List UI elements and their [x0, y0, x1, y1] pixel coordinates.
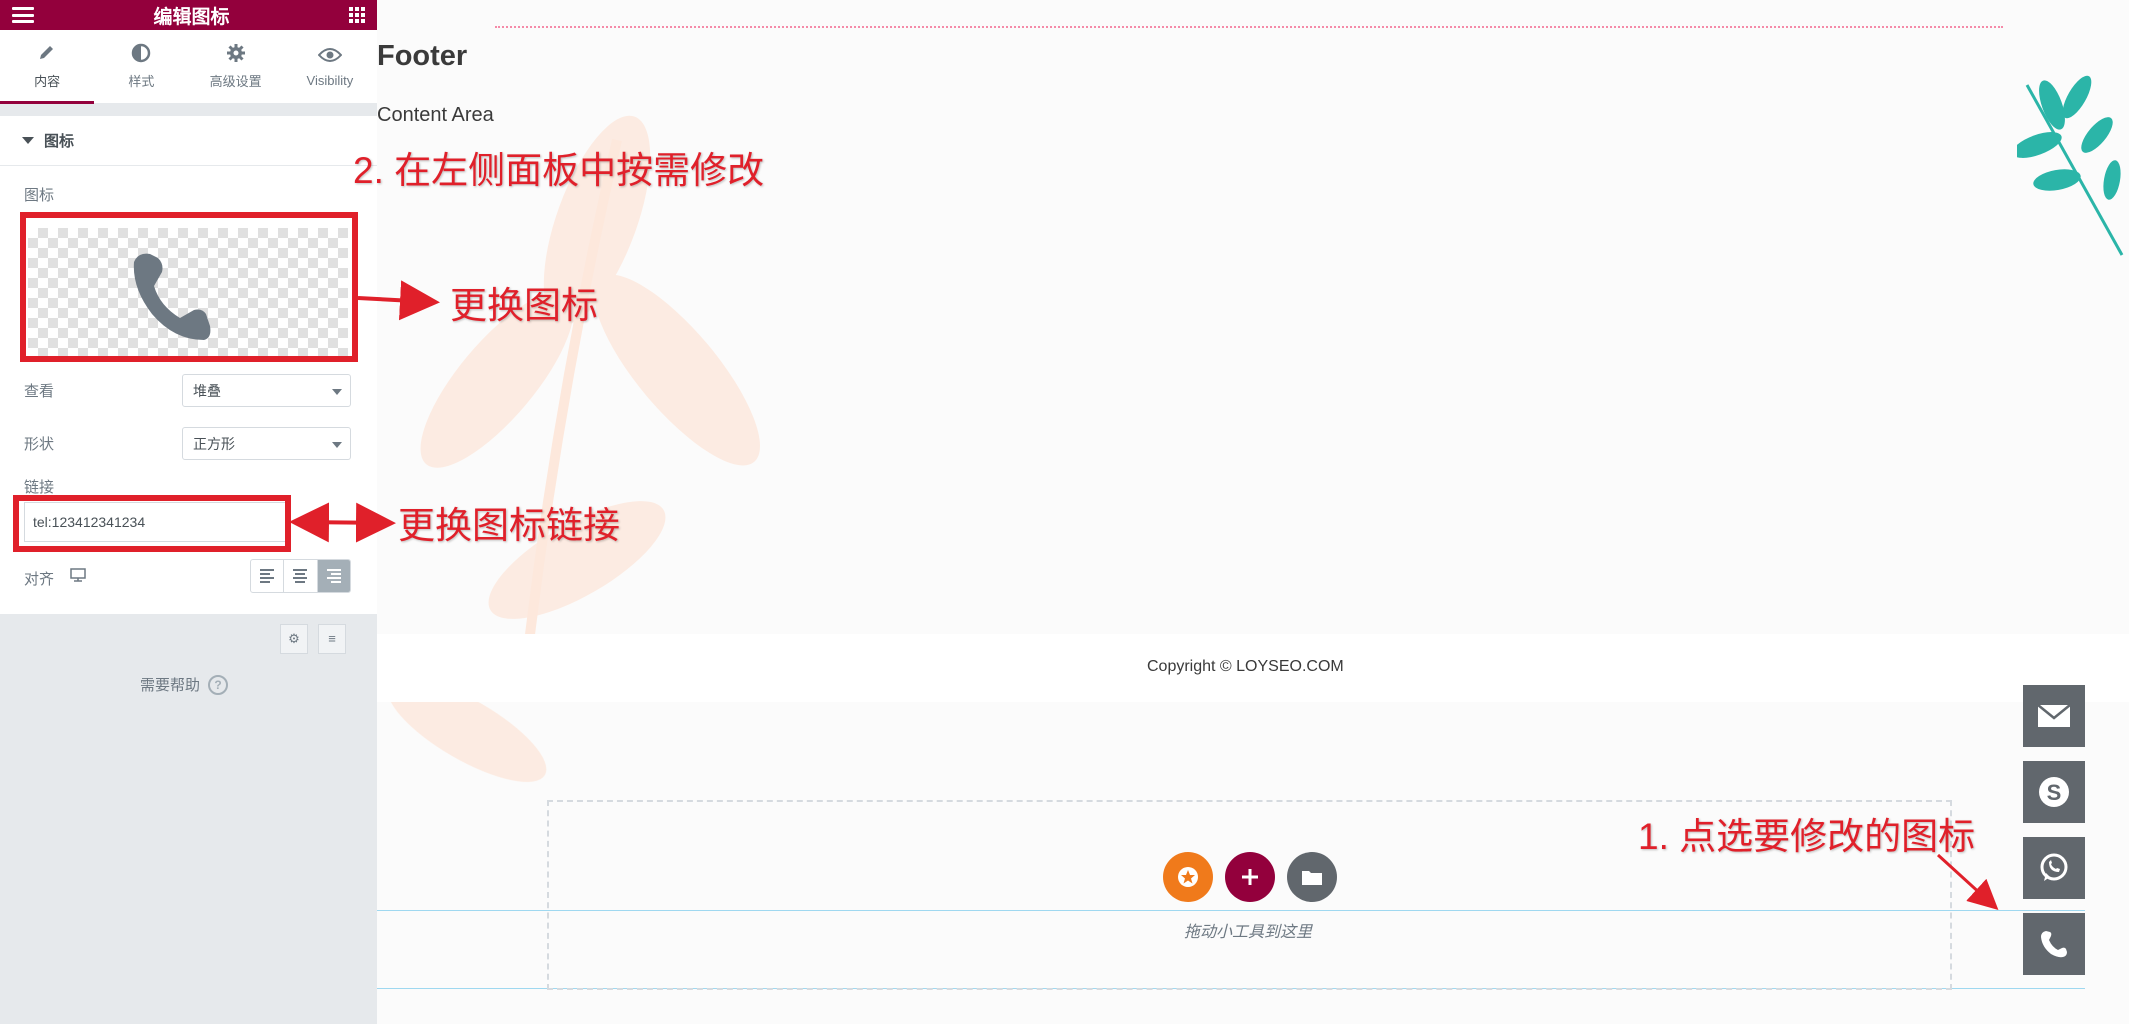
arrow-select-icon — [1936, 853, 1999, 911]
arrow-change-icon — [357, 280, 440, 321]
annotation-arrows — [289, 280, 1999, 911]
arrow-change-link — [289, 502, 396, 543]
